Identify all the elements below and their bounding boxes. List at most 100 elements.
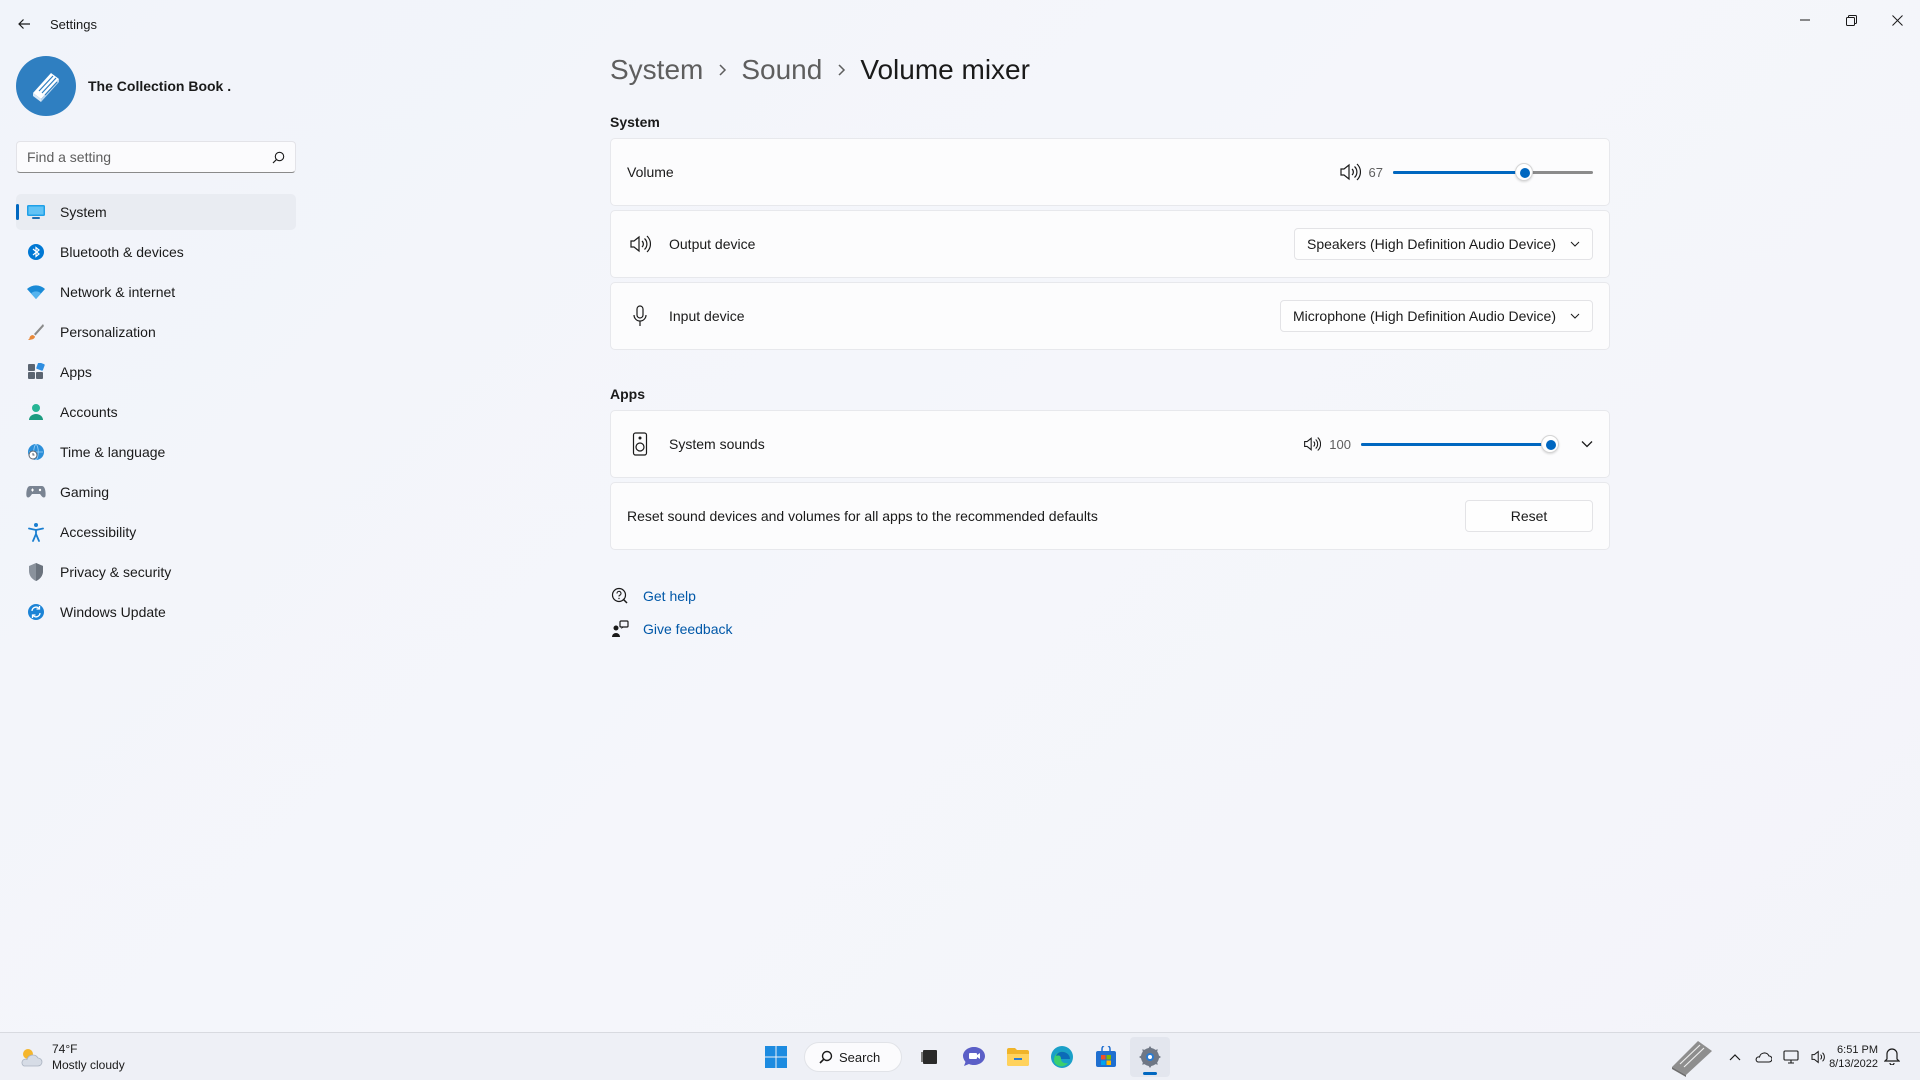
sidebar-item-time-language[interactable]: Time & language bbox=[16, 434, 296, 470]
slider-thumb[interactable] bbox=[1514, 163, 1533, 181]
gear-icon bbox=[1139, 1046, 1161, 1068]
sidebar-item-network[interactable]: Network & internet bbox=[16, 274, 296, 310]
sidebar-item-label: Bluetooth & devices bbox=[60, 244, 184, 260]
microphone-icon bbox=[627, 303, 653, 329]
task-view-button[interactable] bbox=[910, 1037, 950, 1077]
reset-description: Reset sound devices and volumes for all … bbox=[627, 508, 1098, 524]
speaker-icon bbox=[627, 231, 653, 257]
input-device-label: Input device bbox=[669, 308, 745, 324]
system-sounds-label: System sounds bbox=[669, 436, 765, 452]
expand-chevron-icon[interactable] bbox=[1581, 440, 1593, 448]
network-icon[interactable] bbox=[1780, 1046, 1802, 1068]
taskbar: 74°F Mostly cloudy Search 6:51 PM 8/13/2… bbox=[0, 1032, 1920, 1080]
output-device-dropdown[interactable]: Speakers (High Definition Audio Device) bbox=[1293, 228, 1593, 260]
section-heading-apps: Apps bbox=[610, 386, 645, 402]
sidebar-item-windows-update[interactable]: Windows Update bbox=[16, 594, 296, 630]
get-help-link[interactable]: Get help bbox=[643, 588, 696, 604]
monitor-icon bbox=[26, 202, 46, 222]
chevron-up-icon[interactable] bbox=[1724, 1046, 1746, 1068]
speaker-icon[interactable] bbox=[1303, 436, 1322, 452]
store-button[interactable] bbox=[1086, 1037, 1126, 1077]
apps-icon bbox=[26, 362, 46, 382]
back-arrow-icon bbox=[18, 19, 30, 29]
volume-label: Volume bbox=[627, 164, 674, 180]
sidebar-item-bluetooth[interactable]: Bluetooth & devices bbox=[16, 234, 296, 270]
speaker-device-icon bbox=[627, 431, 653, 457]
volume-value: 67 bbox=[1368, 164, 1383, 180]
watermark-book-icon bbox=[1668, 1037, 1718, 1077]
edge-button[interactable] bbox=[1042, 1037, 1082, 1077]
edge-browser-icon bbox=[1051, 1046, 1073, 1068]
weather-widget[interactable]: 74°F Mostly cloudy bbox=[18, 1041, 125, 1073]
reset-button[interactable]: Reset bbox=[1465, 500, 1593, 532]
breadcrumb-system[interactable]: System bbox=[610, 54, 703, 86]
book-logo-icon bbox=[33, 73, 59, 102]
close-button[interactable] bbox=[1874, 4, 1920, 36]
dropdown-value: Microphone (High Definition Audio Device… bbox=[1292, 308, 1556, 324]
taskbar-clock[interactable]: 6:51 PM 8/13/2022 bbox=[1810, 1043, 1878, 1071]
system-sounds-slider[interactable] bbox=[1361, 434, 1559, 454]
feedback-icon bbox=[610, 619, 630, 639]
sidebar-item-label: Personalization bbox=[60, 324, 156, 340]
notification-bell-icon[interactable] bbox=[1884, 1047, 1900, 1065]
sidebar-item-label: System bbox=[60, 204, 107, 220]
chevron-right-icon bbox=[836, 63, 846, 77]
windows-logo-icon bbox=[765, 1046, 787, 1068]
chat-button[interactable] bbox=[954, 1037, 994, 1077]
dropdown-value: Speakers (High Definition Audio Device) bbox=[1306, 236, 1556, 252]
store-bag-icon bbox=[1096, 1046, 1116, 1067]
sidebar-item-label: Windows Update bbox=[60, 604, 166, 620]
search-icon bbox=[272, 151, 285, 164]
minimize-icon bbox=[1800, 19, 1810, 21]
taskbar-search[interactable]: Search bbox=[804, 1042, 902, 1072]
volume-card: Volume 67 bbox=[610, 138, 1610, 206]
restore-button[interactable] bbox=[1828, 4, 1874, 36]
slider-fill bbox=[1393, 171, 1524, 174]
sidebar-item-accessibility[interactable]: Accessibility bbox=[16, 514, 296, 550]
onedrive-cloud-icon[interactable] bbox=[1752, 1046, 1774, 1068]
user-profile[interactable]: The Collection Book . bbox=[16, 56, 231, 116]
sidebar-item-gaming[interactable]: Gaming bbox=[16, 474, 296, 510]
sidebar-item-accounts[interactable]: Accounts bbox=[16, 394, 296, 430]
restore-icon bbox=[1845, 14, 1857, 26]
start-button[interactable] bbox=[756, 1037, 796, 1077]
sidebar-item-label: Privacy & security bbox=[60, 564, 172, 580]
chevron-down-icon bbox=[1570, 241, 1580, 247]
minimize-button[interactable] bbox=[1782, 4, 1828, 36]
give-feedback-link[interactable]: Give feedback bbox=[643, 621, 733, 637]
back-button[interactable] bbox=[12, 12, 36, 36]
output-device-card: Output device Speakers (High Definition … bbox=[610, 210, 1610, 278]
sidebar-nav: System Bluetooth & devices Network & int… bbox=[16, 194, 296, 634]
update-icon bbox=[26, 602, 46, 622]
system-sounds-card: System sounds 100 bbox=[610, 410, 1610, 478]
help-links: Get help Give feedback bbox=[610, 584, 733, 650]
task-view-icon bbox=[921, 1050, 937, 1064]
settings-search[interactable] bbox=[16, 141, 296, 173]
sidebar-item-label: Network & internet bbox=[60, 284, 176, 300]
weather-description: Mostly cloudy bbox=[52, 1058, 125, 1072]
close-icon bbox=[1891, 14, 1903, 26]
search-icon bbox=[819, 1050, 833, 1064]
file-explorer-button[interactable] bbox=[998, 1037, 1038, 1077]
shield-icon bbox=[26, 562, 46, 582]
globe-clock-icon bbox=[26, 442, 46, 462]
settings-app-button[interactable] bbox=[1130, 1037, 1170, 1077]
sidebar-item-personalization[interactable]: Personalization bbox=[16, 314, 296, 350]
sidebar-item-system[interactable]: System bbox=[16, 194, 296, 230]
input-device-dropdown[interactable]: Microphone (High Definition Audio Device… bbox=[1279, 300, 1593, 332]
volume-slider[interactable] bbox=[1393, 162, 1593, 182]
speaker-icon[interactable] bbox=[1339, 163, 1361, 181]
section-heading-system: System bbox=[610, 114, 660, 130]
taskbar-apps: Search bbox=[756, 1037, 1174, 1077]
slider-thumb[interactable] bbox=[1541, 435, 1559, 453]
breadcrumb-sound[interactable]: Sound bbox=[741, 54, 822, 86]
search-input[interactable] bbox=[17, 142, 257, 172]
input-device-card: Input device Microphone (High Definition… bbox=[610, 282, 1610, 350]
sidebar-item-privacy[interactable]: Privacy & security bbox=[16, 554, 296, 590]
profile-name: The Collection Book . bbox=[88, 78, 232, 94]
avatar bbox=[16, 56, 76, 116]
sidebar-item-apps[interactable]: Apps bbox=[16, 354, 296, 390]
teams-chat-icon bbox=[963, 1047, 985, 1066]
system-sounds-value: 100 bbox=[1329, 436, 1351, 452]
help-chat-icon bbox=[610, 586, 630, 606]
